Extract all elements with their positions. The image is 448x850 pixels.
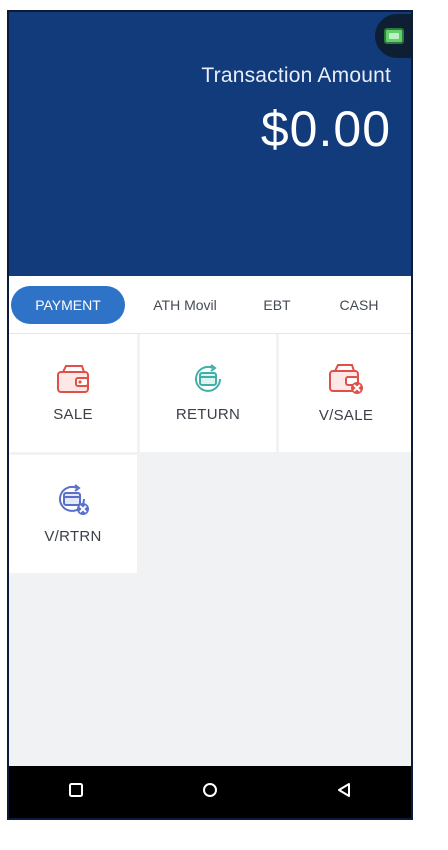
home-icon	[202, 782, 218, 803]
tab-ath-movil[interactable]: ATH Movil	[125, 286, 245, 324]
sale-tile[interactable]: SALE	[9, 334, 137, 452]
back-icon	[336, 782, 352, 803]
transaction-amount-value: $0.00	[260, 101, 391, 157]
void-sale-tile[interactable]: V/SALE	[279, 334, 411, 452]
void-return-tile[interactable]: V/RTRN	[9, 455, 137, 573]
home-button[interactable]	[190, 772, 230, 812]
transaction-amount-label: Transaction Amount	[201, 64, 391, 87]
wallet-icon	[56, 364, 90, 394]
device-frame: Transaction Amount $0.00 PAYMENT ATH Mov…	[7, 10, 413, 820]
tab-cash[interactable]: CASH	[309, 286, 409, 324]
return-label: RETURN	[175, 405, 241, 423]
void-return-label: V/RTRN	[44, 527, 102, 545]
tab-ebt[interactable]: EBT	[245, 286, 309, 324]
recent-apps-button[interactable]	[56, 772, 96, 812]
transaction-header: Transaction Amount $0.00	[9, 12, 411, 276]
card-return-icon	[191, 363, 225, 394]
recent-apps-icon	[68, 782, 84, 803]
card-void-return-icon	[55, 483, 91, 516]
monitor-icon	[384, 28, 404, 44]
void-sale-label: V/SALE	[318, 406, 374, 424]
wallet-void-icon	[328, 363, 364, 395]
sale-label: SALE	[53, 405, 93, 423]
tab-payment[interactable]: PAYMENT	[11, 285, 125, 324]
screen-mode-button[interactable]	[375, 14, 411, 58]
return-tile[interactable]: RETURN	[140, 334, 276, 452]
system-navigation-bar	[9, 766, 411, 818]
payment-type-tabs: PAYMENT ATH Movil EBT CASH	[9, 276, 411, 334]
back-button[interactable]	[324, 772, 364, 812]
